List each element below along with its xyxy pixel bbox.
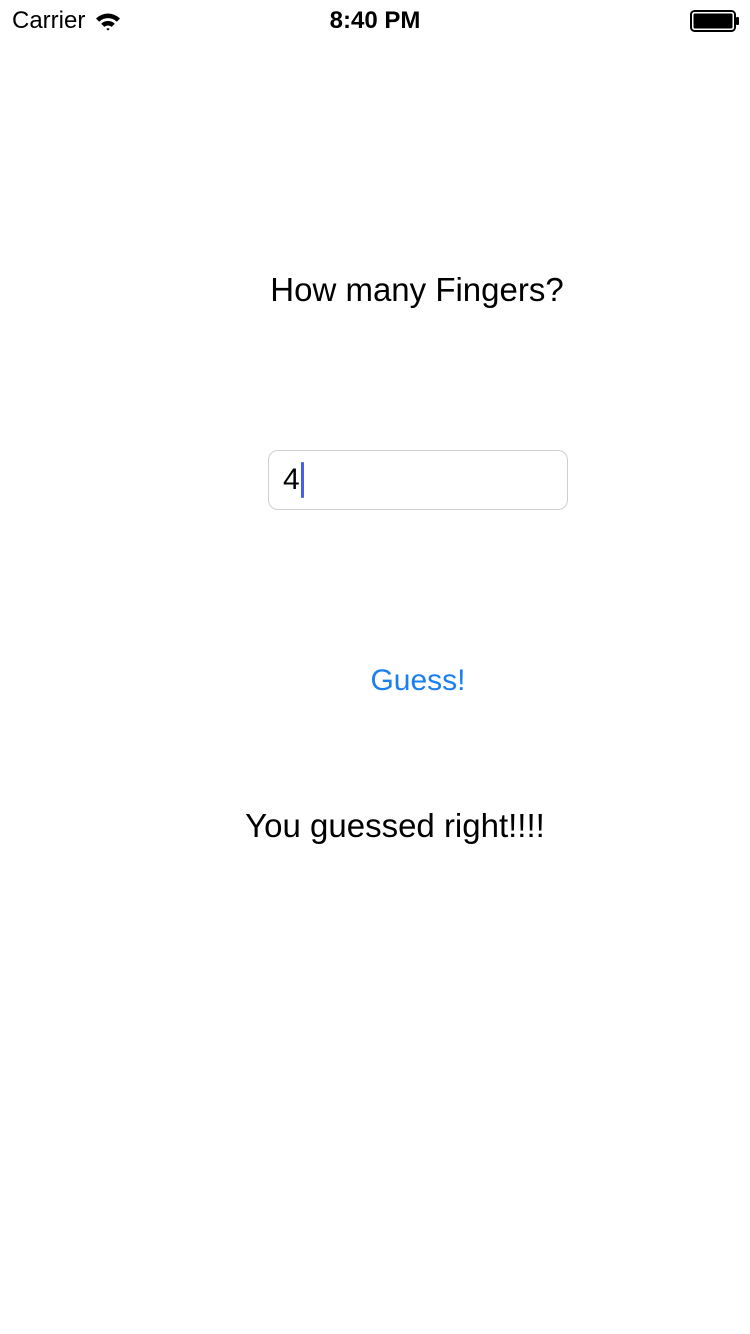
status-time: 8:40 PM bbox=[329, 7, 421, 34]
result-label: You guessed right!!!! bbox=[245, 807, 545, 844]
guess-input[interactable]: 4 bbox=[268, 450, 568, 510]
guess-input-value: 4 bbox=[283, 463, 300, 496]
guess-button[interactable]: Guess! bbox=[318, 658, 518, 704]
battery-full-icon bbox=[690, 10, 739, 32]
text-cursor bbox=[300, 462, 304, 498]
status-bar: Carrier 8:40 PM bbox=[0, 0, 750, 40]
prompt-label: How many Fingers? bbox=[270, 271, 564, 308]
